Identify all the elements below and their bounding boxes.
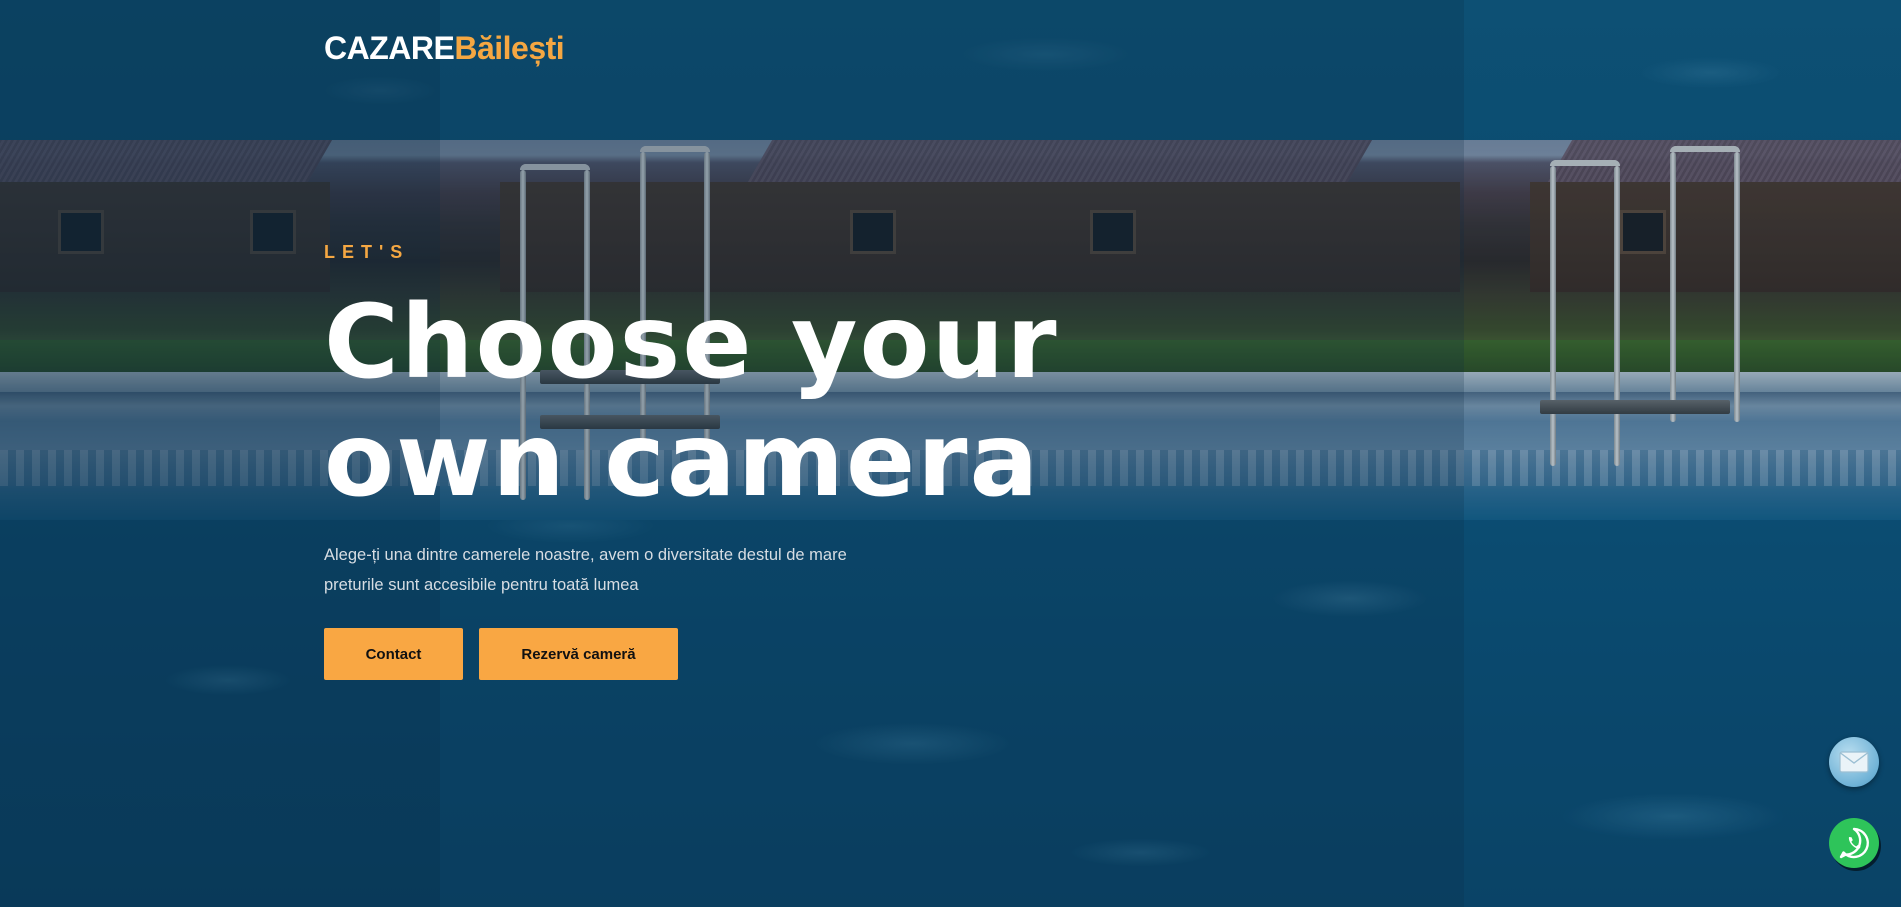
headline-line-2: own camera <box>324 401 1041 520</box>
contact-button[interactable]: Contact <box>324 628 463 680</box>
whatsapp-float-button[interactable] <box>1829 818 1879 868</box>
hero-actions: Contact Rezervă cameră <box>324 628 1104 680</box>
hero-headline: Choose your own camera <box>324 284 1084 520</box>
hero-subtitle: Alege-ți una dintre camerele noastre, av… <box>324 540 1104 600</box>
hero-section: LET'S Choose your own camera Alege-ți un… <box>324 240 1104 680</box>
hero-eyebrow: LET'S <box>324 242 410 262</box>
subtitle-line-2: preturile sunt accesibile pentru toată l… <box>324 576 639 594</box>
site-header: CAZAREBăilești <box>324 28 565 68</box>
book-room-button[interactable]: Rezervă cameră <box>479 628 678 680</box>
logo-part-town: Băilești <box>454 30 565 66</box>
envelope-icon <box>1839 751 1869 773</box>
whatsapp-icon <box>1839 827 1869 859</box>
headline-line-1: Choose your <box>324 283 1059 402</box>
subtitle-line-1: Alege-ți una dintre camerele noastre, av… <box>324 546 847 564</box>
logo-part-cazare: CAZARE <box>324 30 455 66</box>
site-logo[interactable]: CAZAREBăilești <box>324 30 565 66</box>
email-float-button[interactable] <box>1829 737 1879 787</box>
